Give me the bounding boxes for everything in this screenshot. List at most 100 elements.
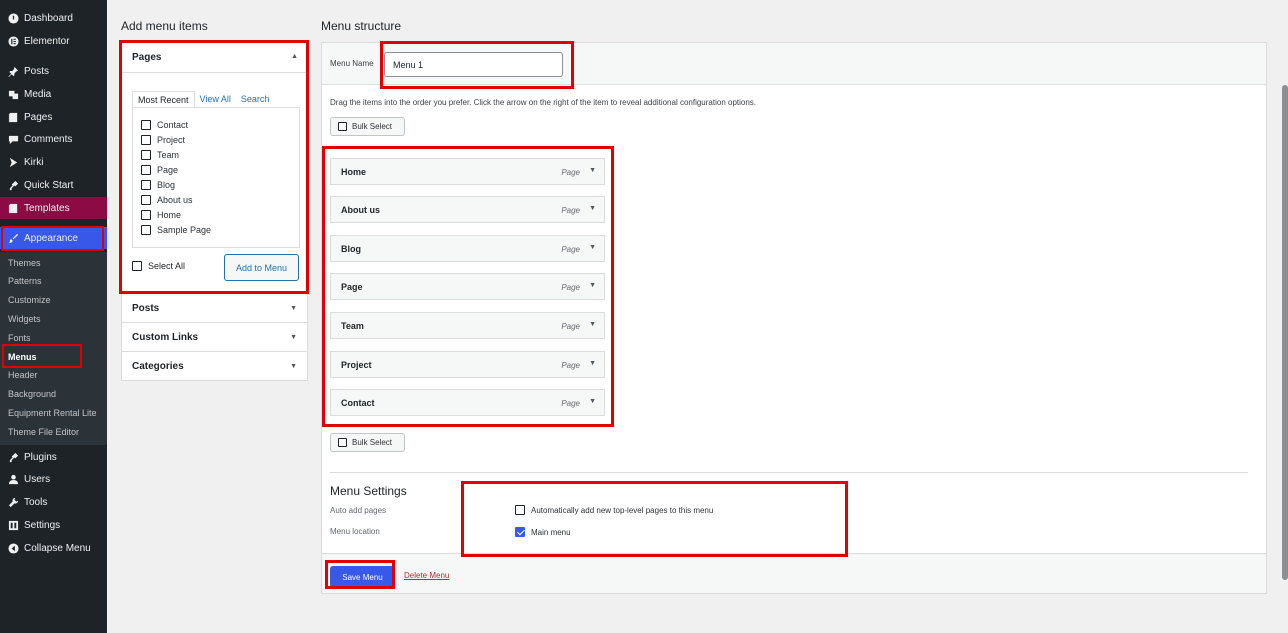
list-item[interactable]: Team [141, 147, 299, 162]
page-checkbox[interactable] [141, 209, 151, 220]
list-item[interactable]: Page [141, 162, 299, 177]
auto-add-pages-option[interactable]: Automatically add new top-level pages to… [515, 505, 713, 515]
sidebar-item-label: Settings [24, 519, 61, 531]
list-item[interactable]: Home [141, 207, 299, 222]
bulk-select-button[interactable]: Bulk Select [330, 117, 405, 136]
submenu-background[interactable]: Background [0, 385, 107, 403]
menu-item-home[interactable]: Home Page ▼ [330, 158, 605, 185]
sidebar-item-kirki[interactable]: Kirki [0, 151, 107, 173]
submenu-equipment-rental-lite[interactable]: Equipment Rental Lite [0, 404, 107, 422]
sidebar-item-label: Media [24, 88, 52, 100]
submenu-patterns[interactable]: Patterns [0, 272, 107, 290]
chevron-down-icon: ▼ [290, 305, 297, 312]
sidebar-item-label: Elementor [24, 35, 70, 47]
instructions-text: Drag the items into the order you prefer… [330, 98, 757, 107]
admin-sidebar: Dashboard Elementor Posts Media Pages Co… [0, 0, 107, 633]
pin-icon [7, 65, 19, 77]
chevron-up-icon[interactable]: ▲ [291, 53, 298, 60]
page-checkbox[interactable] [141, 164, 151, 175]
sidebar-item-templates[interactable]: Templates [0, 197, 107, 219]
chevron-down-icon: ▼ [290, 334, 297, 341]
accordion-posts[interactable]: Posts ▼ [121, 294, 308, 323]
submenu-customize[interactable]: Customize [0, 291, 107, 309]
sidebar-item-comments[interactable]: Comments [0, 128, 107, 150]
list-item[interactable]: Contact [141, 117, 299, 132]
select-all[interactable]: Select All [132, 261, 185, 271]
menu-structure-title: Menu structure [321, 19, 402, 33]
list-item[interactable]: About us [141, 192, 299, 207]
menu-item-contact[interactable]: Contact Page ▼ [330, 389, 605, 416]
page-checkbox[interactable] [141, 119, 151, 130]
sidebar-item-label: Users [24, 473, 51, 485]
page-checkbox[interactable] [141, 149, 151, 160]
select-all-checkbox[interactable] [132, 261, 142, 271]
sidebar-item-plugins[interactable]: Plugins [0, 446, 107, 468]
sidebar-item-appearance[interactable]: Appearance [0, 227, 107, 249]
pages-panel: Pages ▲ Most Recent View All Search Cont… [121, 42, 308, 294]
submenu-themes[interactable]: Themes [0, 254, 107, 272]
sidebar-item-label: Dashboard [24, 12, 73, 24]
chevron-down-icon[interactable]: ▼ [589, 360, 596, 367]
media-icon [7, 88, 19, 100]
submenu-theme-file-editor[interactable]: Theme File Editor [0, 423, 107, 441]
menu-name-input[interactable] [384, 52, 563, 77]
sidebar-item-quick-start[interactable]: Quick Start [0, 174, 107, 196]
chevron-down-icon[interactable]: ▼ [589, 398, 596, 405]
sidebar-item-users[interactable]: Users [0, 468, 107, 490]
submenu-widgets[interactable]: Widgets [0, 310, 107, 328]
accordion-categories[interactable]: Categories ▼ [121, 352, 308, 381]
main-menu-checkbox[interactable] [515, 527, 525, 537]
list-item[interactable]: Project [141, 132, 299, 147]
submenu-header[interactable]: Header [0, 366, 107, 384]
page-checkbox[interactable] [141, 134, 151, 145]
sidebar-item-label: Templates [24, 202, 70, 214]
divider [330, 472, 1248, 473]
chevron-down-icon[interactable]: ▼ [589, 205, 596, 212]
page-scrollbar[interactable] [1282, 0, 1288, 633]
sidebar-item-label: Tools [24, 496, 48, 508]
add-to-menu-button[interactable]: Add to Menu [224, 254, 299, 281]
pages-panel-header[interactable]: Pages ▲ [122, 43, 307, 73]
sidebar-item-label: Comments [24, 133, 73, 145]
sidebar-item-posts[interactable]: Posts [0, 60, 107, 82]
add-menu-items-title: Add menu items [121, 19, 208, 33]
bulk-select-button-bottom[interactable]: Bulk Select [330, 433, 405, 452]
chevron-down-icon[interactable]: ▼ [589, 244, 596, 251]
submenu-fonts[interactable]: Fonts [0, 329, 107, 347]
pages-panel-title: Pages [132, 52, 162, 63]
chevron-down-icon[interactable]: ▼ [589, 321, 596, 328]
menu-item-project[interactable]: Project Page ▼ [330, 351, 605, 378]
page-checkbox[interactable] [141, 224, 151, 235]
main-menu-option[interactable]: Main menu [515, 527, 571, 537]
accordion-custom-links[interactable]: Custom Links ▼ [121, 323, 308, 352]
auto-add-pages-label: Auto add pages [330, 506, 387, 515]
submenu-menus[interactable]: Menus [0, 348, 107, 366]
menu-name-label: Menu Name [330, 59, 374, 68]
menu-item-team[interactable]: Team Page ▼ [330, 312, 605, 339]
save-menu-button[interactable]: Save Menu [330, 566, 395, 588]
scrollbar-thumb[interactable] [1282, 85, 1288, 580]
sidebar-item-elementor[interactable]: Elementor [0, 30, 107, 52]
sidebar-item-label: Pages [24, 111, 53, 123]
page-checkbox[interactable] [141, 194, 151, 205]
sidebar-item-label: Quick Start [24, 179, 74, 191]
sidebar-item-dashboard[interactable]: Dashboard [0, 7, 107, 29]
sidebar-item-pages[interactable]: Pages [0, 106, 107, 128]
list-item[interactable]: Blog [141, 177, 299, 192]
page-icon [7, 111, 19, 123]
sidebar-item-collapse[interactable]: Collapse Menu [0, 537, 107, 559]
auto-add-pages-checkbox[interactable] [515, 505, 525, 515]
menu-item-page[interactable]: Page Page ▼ [330, 273, 605, 300]
bulk-select-checkbox [338, 438, 347, 447]
menu-item-blog[interactable]: Blog Page ▼ [330, 235, 605, 262]
list-item[interactable]: Sample Page [141, 222, 299, 237]
delete-menu-link[interactable]: Delete Menu [404, 571, 449, 580]
sidebar-item-settings[interactable]: Settings [0, 514, 107, 536]
chevron-down-icon[interactable]: ▼ [589, 282, 596, 289]
sidebar-item-media[interactable]: Media [0, 83, 107, 105]
page-checkbox[interactable] [141, 179, 151, 190]
menu-item-about-us[interactable]: About us Page ▼ [330, 196, 605, 223]
chevron-down-icon[interactable]: ▼ [589, 167, 596, 174]
brush-icon [7, 232, 19, 244]
sidebar-item-tools[interactable]: Tools [0, 491, 107, 513]
